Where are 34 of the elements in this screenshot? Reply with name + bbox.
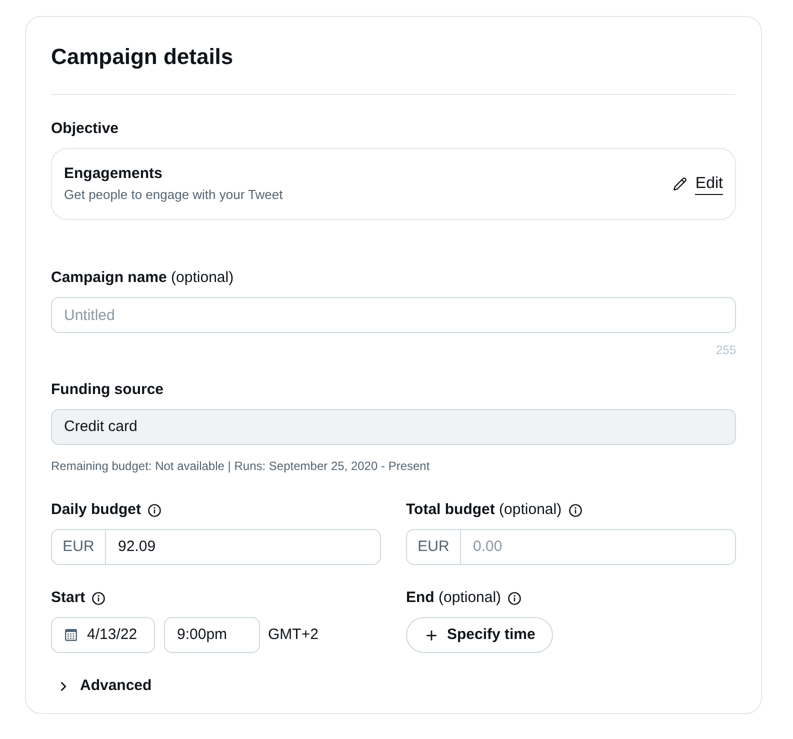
info-icon[interactable] bbox=[568, 504, 582, 516]
plus-icon bbox=[424, 628, 439, 642]
specify-time-button[interactable]: Specify time bbox=[406, 617, 554, 653]
edit-link[interactable]: Edit bbox=[695, 174, 723, 194]
info-icon[interactable] bbox=[148, 504, 162, 516]
amount-placeholder: 0.00 bbox=[472, 536, 504, 557]
pencil-icon[interactable] bbox=[673, 177, 688, 191]
field-label: Objective bbox=[51, 119, 119, 139]
character-counter: 255 bbox=[716, 342, 736, 358]
amount-value: 92.09 bbox=[117, 536, 157, 557]
objective-description: Get people to engage with your Tweet bbox=[64, 186, 283, 204]
date-value: 4/13/22 bbox=[87, 624, 138, 645]
amount-input-field[interactable]: EUR 92.09 bbox=[51, 529, 381, 565]
funding-source-select: Credit card bbox=[51, 409, 736, 445]
field-label: Campaign name (optional) bbox=[51, 268, 234, 288]
currency-prefix: EUR bbox=[407, 530, 461, 564]
campaign-name-input-field[interactable]: Untitled bbox=[51, 297, 736, 333]
date-input-field[interactable]: 4/13/22 bbox=[51, 617, 155, 653]
field-label: Start bbox=[51, 588, 86, 608]
advanced-toggle[interactable]: Advanced bbox=[51, 676, 152, 696]
info-icon[interactable] bbox=[92, 592, 106, 604]
info-icon[interactable] bbox=[508, 592, 522, 604]
objective-name: Engagements bbox=[64, 164, 164, 184]
currency-prefix: EUR bbox=[52, 530, 106, 564]
calendar-icon bbox=[65, 629, 77, 641]
field-label: End (optional) bbox=[406, 588, 502, 608]
card-title: Campaign details bbox=[51, 43, 234, 71]
amount-input-field[interactable]: EUR 0.00 bbox=[406, 529, 736, 565]
field-label: Total budget (optional) bbox=[406, 500, 562, 520]
timezone-label: GMT+2 bbox=[268, 624, 318, 645]
field-label: Daily budget bbox=[51, 500, 142, 520]
field-label: Funding source bbox=[51, 380, 164, 400]
time-input-field[interactable]: 9:00pm bbox=[164, 617, 260, 653]
funding-note: Remaining budget: Not available | Runs: September 25, 2020 - Present bbox=[51, 459, 430, 473]
